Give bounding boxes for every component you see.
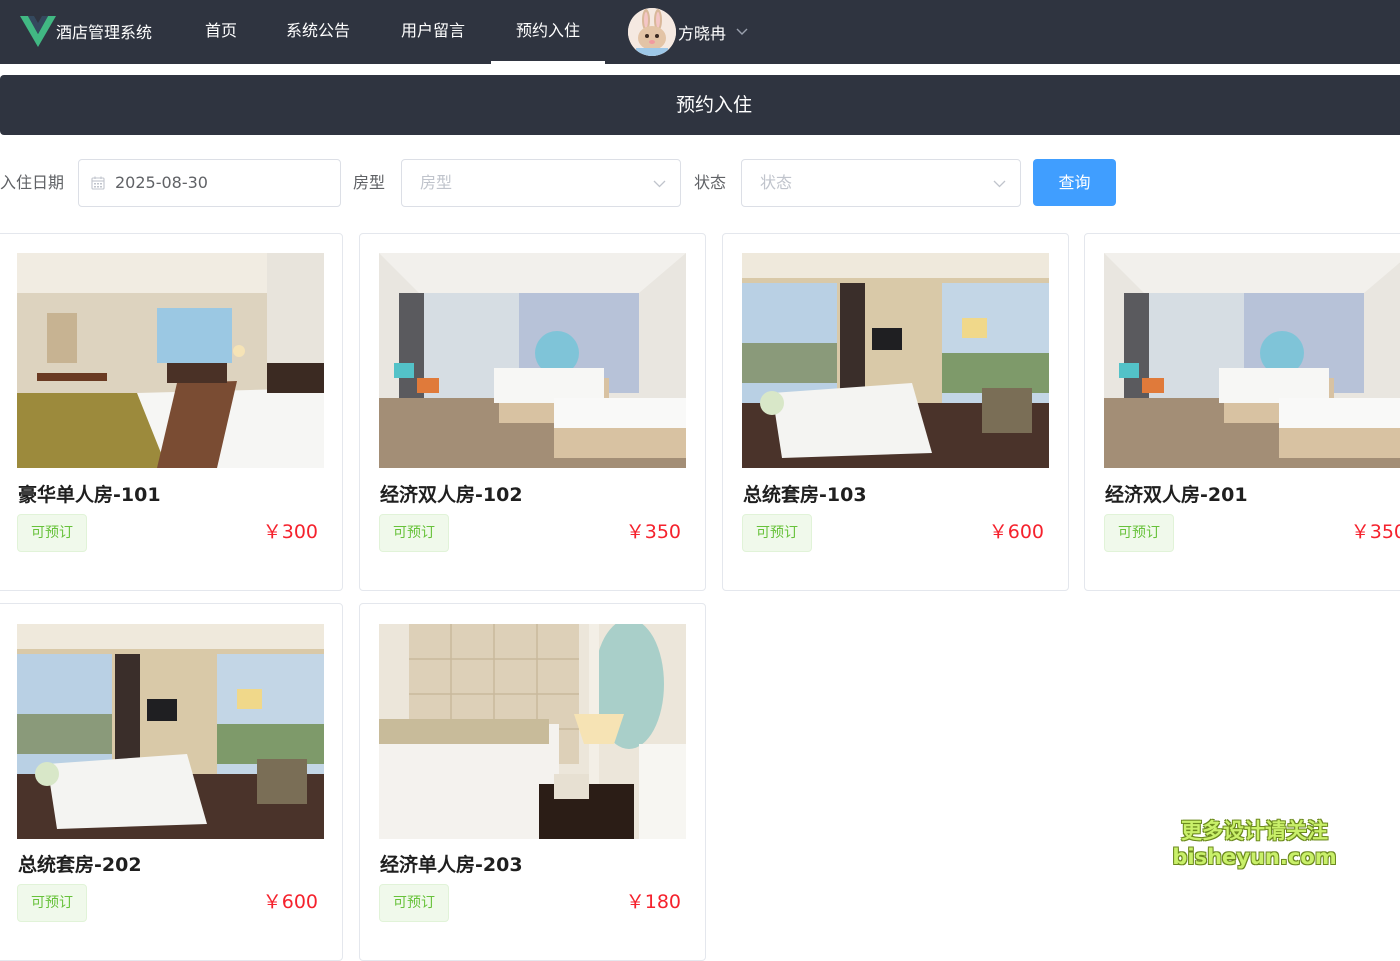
room-name: 经济双人房-201 [1105, 484, 1248, 506]
room-photo-image [1104, 253, 1400, 468]
nav-item-messages[interactable]: 用户留言 [401, 0, 465, 64]
nav-item-home[interactable]: 首页 [205, 0, 237, 64]
room-price: ￥350 [1350, 521, 1400, 543]
status-badge: 可预订 [742, 514, 812, 552]
watermark-line1: 更多设计请关注 [1181, 819, 1328, 843]
user-name: 方晓冉 [678, 24, 727, 43]
status-label: 状态 [694, 173, 727, 192]
status-badge: 可预订 [1104, 514, 1174, 552]
room-card[interactable]: 经济双人房-201 可预订 ￥350 [1084, 233, 1400, 591]
room-card[interactable]: 豪华单人房-101 可预订 ￥300 [0, 233, 343, 591]
room-photo [1104, 253, 1400, 468]
vue-logo-icon [20, 16, 56, 47]
chevron-down-icon [736, 28, 748, 35]
status-placeholder: 状态 [760, 173, 793, 192]
brand[interactable]: 酒店管理系统 [20, 14, 152, 48]
room-name: 总统套房-202 [18, 854, 142, 876]
room-type-placeholder: 房型 [420, 173, 453, 192]
room-price: ￥300 [262, 521, 318, 543]
room-card[interactable]: 经济单人房-203 可预订 ￥180 [359, 603, 706, 961]
room-name: 经济单人房-203 [380, 854, 523, 876]
query-button[interactable]: 查询 [1033, 159, 1116, 206]
room-name: 总统套房-103 [743, 484, 867, 506]
room-name: 经济双人房-102 [380, 484, 523, 506]
chevron-down-icon [653, 180, 666, 188]
room-photo-image [379, 253, 686, 468]
room-type-label: 房型 [353, 173, 386, 192]
room-photo [17, 253, 324, 468]
room-photo-image [742, 253, 1049, 468]
room-card[interactable]: 经济双人房-102 可预订 ￥350 [359, 233, 706, 591]
room-price: ￥600 [262, 891, 318, 913]
user-menu[interactable]: 方晓冉 [628, 8, 748, 56]
avatar [628, 8, 676, 56]
brand-name: 酒店管理系统 [56, 23, 153, 42]
room-photo-image [17, 253, 324, 468]
checkin-date-label: 入住日期 [0, 173, 65, 192]
status-badge: 可预订 [17, 514, 87, 552]
nav-item-reservation[interactable]: 预约入住 [490, 0, 606, 64]
room-photo [17, 624, 324, 839]
room-photo [742, 253, 1049, 468]
checkin-date-value: 2025-08-30 [115, 173, 208, 192]
room-price: ￥180 [625, 891, 681, 913]
room-photo [379, 624, 686, 839]
room-card[interactable]: 总统套房-103 可预订 ￥600 [722, 233, 1069, 591]
room-photo-image [379, 624, 686, 839]
room-price: ￥350 [625, 521, 681, 543]
status-select[interactable]: 状态 [741, 159, 1021, 207]
watermark: 更多设计请关注 bisheyun.com [1172, 818, 1337, 870]
status-badge: 可预订 [379, 884, 449, 922]
checkin-date-picker[interactable]: 2025-08-30 [78, 159, 341, 207]
status-badge: 可预订 [379, 514, 449, 552]
room-name: 豪华单人房-101 [18, 484, 161, 506]
room-price: ￥600 [988, 521, 1044, 543]
room-card[interactable]: 总统套房-202 可预订 ￥600 [0, 603, 343, 961]
watermark-line2: bisheyun.com [1172, 845, 1337, 869]
room-photo [379, 253, 686, 468]
room-photo-image [17, 624, 324, 839]
calendar-icon [91, 176, 105, 190]
chevron-down-icon [993, 180, 1006, 188]
room-type-select[interactable]: 房型 [401, 159, 681, 207]
page-title: 预约入住 [0, 75, 1400, 135]
nav-item-announcements[interactable]: 系统公告 [286, 0, 350, 64]
top-navbar: 酒店管理系统 首页 系统公告 用户留言 预约入住 方晓冉 [0, 0, 1400, 64]
status-badge: 可预订 [17, 884, 87, 922]
